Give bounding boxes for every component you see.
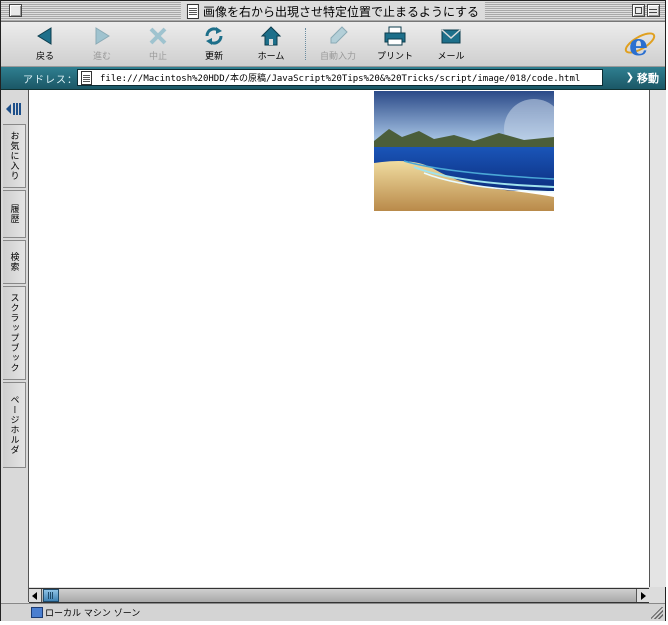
back-label: 戻る xyxy=(35,52,54,62)
stop-x-icon xyxy=(149,27,167,45)
scroll-left-arrow-icon[interactable] xyxy=(29,589,42,602)
tab-favorites-label: お気に入り xyxy=(8,131,19,181)
tab-page-holder-label: ページホルダ xyxy=(8,395,19,455)
stop-button[interactable]: 中止 xyxy=(130,24,186,64)
mail-label: メール xyxy=(437,52,465,62)
security-zone-text: ローカル マシン ゾーン xyxy=(45,609,141,619)
home-button[interactable]: ホーム xyxy=(243,24,299,64)
home-icon xyxy=(260,26,282,46)
tab-favorites[interactable]: お気に入り xyxy=(3,124,26,188)
go-arrow-icon: ❯ xyxy=(625,72,634,83)
address-url[interactable]: file:///Macintosh%20HDD/本の原稿/JavaScript%… xyxy=(100,71,580,84)
title-bar[interactable]: 画像を右から出現させ特定位置で止まるようにする xyxy=(1,1,665,22)
mail-icon xyxy=(441,29,461,44)
print-button[interactable]: プリント xyxy=(367,24,423,64)
browser-window: 画像を右から出現させ特定位置で止まるようにする 戻る 進む 中止 更新 ホーム … xyxy=(0,0,666,621)
document-icon xyxy=(186,3,199,19)
sidebar-toggle-icon[interactable] xyxy=(5,102,23,116)
forward-label: 進む xyxy=(92,52,111,62)
pen-icon xyxy=(330,26,348,44)
mail-button[interactable]: メール xyxy=(423,24,479,64)
horizontal-scrollbar[interactable] xyxy=(29,588,649,603)
stop-label: 中止 xyxy=(148,52,167,62)
window-title-wrap: 画像を右から出現させ特定位置で止まるようにする xyxy=(180,2,486,20)
printer-icon xyxy=(384,26,406,46)
toolbar-separator xyxy=(305,28,307,60)
tab-search-label: 検索 xyxy=(8,252,19,272)
collapse-box[interactable] xyxy=(647,4,660,17)
address-bar: アドレス： file:///Macintosh%20HDD/本の原稿/JavaS… xyxy=(1,67,665,90)
back-button[interactable]: 戻る xyxy=(17,24,73,64)
refresh-button[interactable]: 更新 xyxy=(186,24,242,64)
refresh-icon xyxy=(205,27,223,45)
zoom-box[interactable] xyxy=(632,4,645,17)
tab-history-label: 履歴 xyxy=(8,204,19,224)
back-arrow-icon xyxy=(37,27,52,45)
status-bar: ローカル マシン ゾーン xyxy=(1,603,665,621)
tab-page-holder[interactable]: ページホルダ xyxy=(3,382,26,468)
home-label: ホーム xyxy=(257,52,285,62)
resize-grip-icon[interactable] xyxy=(651,607,663,619)
close-box[interactable] xyxy=(9,4,22,17)
svg-text:e: e xyxy=(629,28,648,60)
refresh-label: 更新 xyxy=(204,52,223,62)
page-content xyxy=(29,90,649,587)
ie-logo-icon: e xyxy=(624,28,656,60)
page-icon xyxy=(81,70,92,85)
go-button[interactable]: ❯ 移動 xyxy=(626,69,659,86)
tab-history[interactable]: 履歴 xyxy=(3,190,26,238)
computer-zone-icon xyxy=(31,607,43,618)
print-label: プリント xyxy=(376,52,413,62)
autofill-label: 自動入力 xyxy=(319,52,356,62)
window-title: 画像を右から出現させ特定位置で止まるようにする xyxy=(202,4,480,19)
forward-arrow-icon xyxy=(95,27,110,45)
tab-scrapbook-label: スクラップブック xyxy=(8,293,19,373)
forward-button[interactable]: 進む xyxy=(74,24,130,64)
tab-scrapbook[interactable]: スクラップブック xyxy=(3,286,26,380)
go-label: 移動 xyxy=(637,71,659,85)
scroll-thumb[interactable] xyxy=(43,589,59,602)
scroll-right-arrow-icon[interactable] xyxy=(636,589,649,602)
toolbar: 戻る 進む 中止 更新 ホーム 自動入力 プリント メール e xyxy=(1,22,665,67)
vertical-scrollbar[interactable] xyxy=(649,90,666,587)
address-label: アドレス： xyxy=(23,75,78,86)
autofill-button[interactable]: 自動入力 xyxy=(310,24,366,64)
tab-search[interactable]: 検索 xyxy=(3,240,26,284)
explorer-bar: お気に入り 履歴 検索 スクラップブック ページホルダ xyxy=(1,90,29,602)
address-input[interactable]: file:///Macintosh%20HDD/本の原稿/JavaScript%… xyxy=(77,69,603,86)
beach-landscape-image xyxy=(374,91,554,211)
